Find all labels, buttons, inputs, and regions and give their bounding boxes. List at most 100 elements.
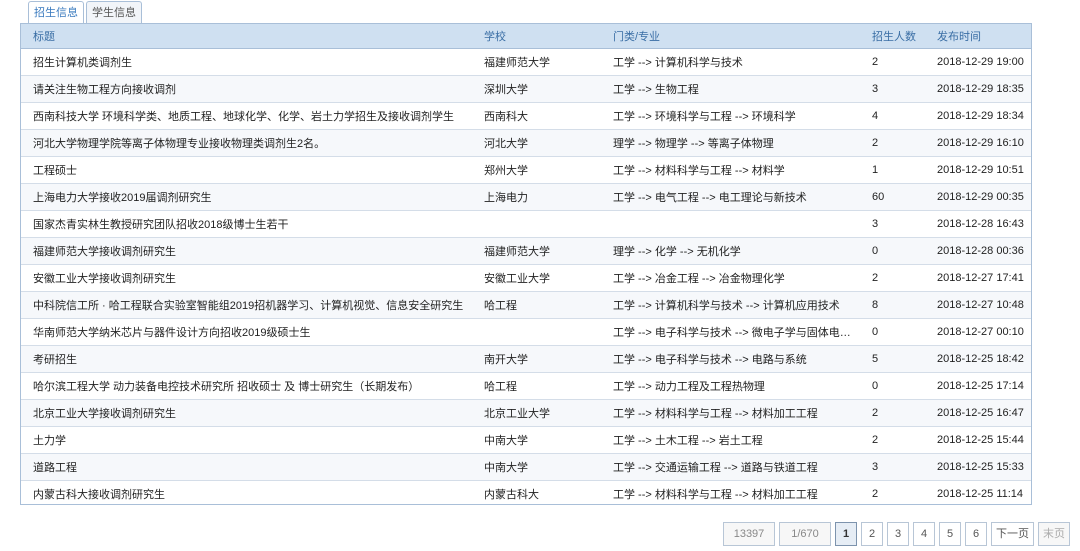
cell-category: 理学 --> 物理学 --> 等离子体物理 xyxy=(601,129,860,157)
cell-publish-time: 2018-12-29 00:35 xyxy=(925,183,1031,211)
table-row[interactable]: 考研招生 南开大学 工学 --> 电子科学与技术 --> 电路与系统 5 2018-12… xyxy=(21,345,1031,373)
cell-school: 南开大学 xyxy=(472,345,601,373)
cell-title[interactable]: 中科院信工所 · 哈工程联合实验室智能组2019招机器学习、计算机视觉、信息安全… xyxy=(21,291,472,319)
page-4-button[interactable]: 4 xyxy=(913,522,935,546)
tab-student-info[interactable]: 学生信息 xyxy=(86,1,142,24)
cell-title[interactable]: 福建师范大学接收调剂研究生 xyxy=(21,237,472,265)
cell-title[interactable]: 上海电力大学接收2019届调剂研究生 xyxy=(21,183,472,211)
cell-publish-time: 2018-12-25 11:14 xyxy=(925,480,1031,504)
cell-category: 工学 --> 环境科学与工程 --> 环境科学 xyxy=(601,102,860,130)
table-row[interactable]: 北京工业大学接收调剂研究生 北京工业大学 工学 --> 材料科学与工程 --> 材料… xyxy=(21,399,1031,427)
cell-school: 河北大学 xyxy=(472,129,601,157)
cell-publish-time: 2018-12-28 16:43 xyxy=(925,210,1031,238)
table-row[interactable]: 请关注生物工程方向接收调剂 深圳大学 工学 --> 生物工程 3 2018-12-29 … xyxy=(21,75,1031,103)
cell-quota: 1 xyxy=(860,156,925,184)
cell-quota: 3 xyxy=(860,453,925,481)
cell-title[interactable]: 河北大学物理学院等离子体物理专业接收物理类调剂生2名。 xyxy=(21,129,472,157)
page-3-button[interactable]: 3 xyxy=(887,522,909,546)
cell-publish-time: 2018-12-25 15:44 xyxy=(925,426,1031,454)
cell-title[interactable]: 北京工业大学接收调剂研究生 xyxy=(21,399,472,427)
header-category[interactable]: 门类/专业 xyxy=(601,24,860,49)
cell-school xyxy=(472,318,601,346)
cell-title[interactable]: 华南师范大学纳米芯片与器件设计方向招收2019级硕士生 xyxy=(21,318,472,346)
cell-school: 北京工业大学 xyxy=(472,399,601,427)
header-school[interactable]: 学校 xyxy=(472,24,601,49)
header-title[interactable]: 标题 xyxy=(21,24,472,49)
header-quota[interactable]: 招生人数 xyxy=(860,24,925,49)
cell-title[interactable]: 招生计算机类调剂生 xyxy=(21,48,472,76)
cell-school: 安徽工业大学 xyxy=(472,264,601,292)
page-1-button[interactable]: 1 xyxy=(835,522,857,546)
cell-publish-time: 2018-12-25 15:33 xyxy=(925,453,1031,481)
table-row[interactable]: 安徽工业大学接收调剂研究生 安徽工业大学 工学 --> 冶金工程 --> 冶金物理化… xyxy=(21,264,1031,292)
cell-category: 工学 --> 材料科学与工程 --> 材料学 xyxy=(601,156,860,184)
cell-category: 理学 --> 化学 --> 无机化学 xyxy=(601,237,860,265)
page-info: 1/670 xyxy=(779,522,831,546)
table-row[interactable]: 华南师范大学纳米芯片与器件设计方向招收2019级硕士生 工学 --> 电子科学与技… xyxy=(21,318,1031,346)
cell-school: 中南大学 xyxy=(472,426,601,454)
table-row[interactable]: 工程硕士 郑州大学 工学 --> 材料科学与工程 --> 材料学 1 2018-12-2… xyxy=(21,156,1031,184)
cell-category: 工学 --> 材料科学与工程 --> 材料加工工程 xyxy=(601,480,860,504)
next-page-button[interactable]: 下一页 xyxy=(991,522,1034,546)
cell-publish-time: 2018-12-28 00:36 xyxy=(925,237,1031,265)
cell-title[interactable]: 内蒙古科大接收调剂研究生 xyxy=(21,480,472,504)
cell-school: 西南科大 xyxy=(472,102,601,130)
cell-school: 郑州大学 xyxy=(472,156,601,184)
table-row[interactable]: 上海电力大学接收2019届调剂研究生 上海电力 工学 --> 电气工程 --> 电工… xyxy=(21,183,1031,211)
last-page-button[interactable]: 末页 xyxy=(1038,522,1070,546)
cell-school: 哈工程 xyxy=(472,291,601,319)
cell-title[interactable]: 考研招生 xyxy=(21,345,472,373)
table-row[interactable]: 土力学 中南大学 工学 --> 土木工程 --> 岩土工程 2 2018-12-25 1… xyxy=(21,426,1031,454)
cell-school: 深圳大学 xyxy=(472,75,601,103)
page-2-button[interactable]: 2 xyxy=(861,522,883,546)
cell-publish-time: 2018-12-27 00:10 xyxy=(925,318,1031,346)
table-row[interactable]: 中科院信工所 · 哈工程联合实验室智能组2019招机器学习、计算机视觉、信息安全… xyxy=(21,291,1031,319)
cell-title[interactable]: 工程硕士 xyxy=(21,156,472,184)
cell-quota: 2 xyxy=(860,48,925,76)
cell-quota: 2 xyxy=(860,426,925,454)
table-row[interactable]: 福建师范大学接收调剂研究生 福建师范大学 理学 --> 化学 --> 无机化学 0 20… xyxy=(21,237,1031,265)
cell-publish-time: 2018-12-25 18:42 xyxy=(925,345,1031,373)
cell-category: 工学 --> 动力工程及工程热物理 xyxy=(601,372,860,400)
cell-school: 福建师范大学 xyxy=(472,48,601,76)
page-6-button[interactable]: 6 xyxy=(965,522,987,546)
cell-publish-time: 2018-12-27 17:41 xyxy=(925,264,1031,292)
table-row[interactable]: 哈尔滨工程大学 动力装备电控技术研究所 招收硕士 及 博士研究生（长期发布） 哈工… xyxy=(21,372,1031,400)
cell-publish-time: 2018-12-25 17:14 xyxy=(925,372,1031,400)
table-header-row: 标题 学校 门类/专业 招生人数 发布时间 xyxy=(21,24,1031,49)
cell-school: 中南大学 xyxy=(472,453,601,481)
cell-category: 工学 --> 交通运输工程 --> 道路与铁道工程 xyxy=(601,453,860,481)
cell-category: 工学 --> 计算机科学与技术 --> 计算机应用技术 xyxy=(601,291,860,319)
page-5-button[interactable]: 5 xyxy=(939,522,961,546)
header-publish-time[interactable]: 发布时间 xyxy=(925,24,1031,49)
tab-bar: 招生信息 学生信息 xyxy=(28,0,144,24)
table-row[interactable]: 河北大学物理学院等离子体物理专业接收物理类调剂生2名。 河北大学 理学 --> 物理… xyxy=(21,129,1031,157)
tab-recruitment-info[interactable]: 招生信息 xyxy=(28,1,84,24)
cell-category: 工学 --> 电气工程 --> 电工理论与新技术 xyxy=(601,183,860,211)
pagination: 13397 1/670 1 2 3 4 5 6 下一页 末页 xyxy=(723,522,1070,546)
cell-quota: 2 xyxy=(860,129,925,157)
cell-category: 工学 --> 生物工程 xyxy=(601,75,860,103)
table-row[interactable]: 道路工程 中南大学 工学 --> 交通运输工程 --> 道路与铁道工程 3 2018-1… xyxy=(21,453,1031,481)
cell-quota: 2 xyxy=(860,399,925,427)
cell-school: 上海电力 xyxy=(472,183,601,211)
cell-quota: 5 xyxy=(860,345,925,373)
cell-publish-time: 2018-12-29 18:35 xyxy=(925,75,1031,103)
cell-title[interactable]: 西南科技大学 环境科学类、地质工程、地球化学、化学、岩土力学招生及接收调剂学生 xyxy=(21,102,472,130)
cell-category xyxy=(601,210,860,238)
cell-title[interactable]: 安徽工业大学接收调剂研究生 xyxy=(21,264,472,292)
cell-title[interactable]: 道路工程 xyxy=(21,453,472,481)
cell-category: 工学 --> 电子科学与技术 --> 电路与系统 xyxy=(601,345,860,373)
cell-title[interactable]: 土力学 xyxy=(21,426,472,454)
table-row[interactable]: 内蒙古科大接收调剂研究生 内蒙古科大 工学 --> 材料科学与工程 --> 材料加工… xyxy=(21,480,1031,504)
table-row[interactable]: 国家杰青实林生教授研究团队招收2018级博士生若干 3 2018-12-28 16:… xyxy=(21,210,1031,238)
table-row[interactable]: 招生计算机类调剂生 福建师范大学 工学 --> 计算机科学与技术 2 2018-12-2… xyxy=(21,48,1031,76)
cell-school: 福建师范大学 xyxy=(472,237,601,265)
table-row[interactable]: 西南科技大学 环境科学类、地质工程、地球化学、化学、岩土力学招生及接收调剂学生西… xyxy=(21,102,1031,130)
cell-title[interactable]: 哈尔滨工程大学 动力装备电控技术研究所 招收硕士 及 博士研究生（长期发布） xyxy=(21,372,472,400)
cell-quota: 60 xyxy=(860,183,925,211)
cell-quota: 0 xyxy=(860,318,925,346)
cell-title[interactable]: 请关注生物工程方向接收调剂 xyxy=(21,75,472,103)
cell-quota: 3 xyxy=(860,75,925,103)
cell-title[interactable]: 国家杰青实林生教授研究团队招收2018级博士生若干 xyxy=(21,210,472,238)
